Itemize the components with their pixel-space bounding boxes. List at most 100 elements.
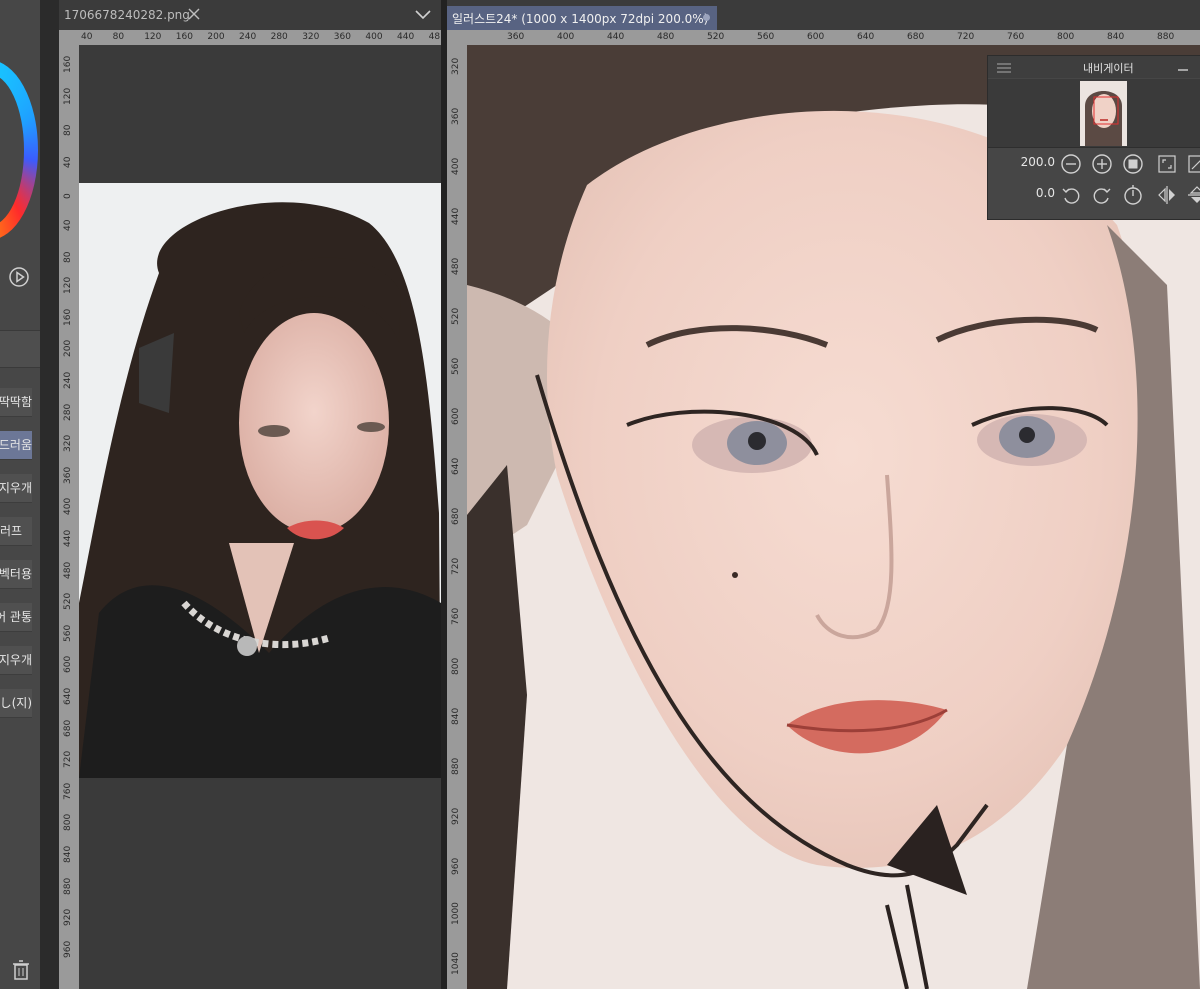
fit-to-screen-icon[interactable] [1156, 153, 1178, 175]
ruler-tick-label: 280 [270, 32, 288, 42]
ruler-tick-label: 520 [63, 593, 73, 611]
ruler-tick-label: 440 [397, 32, 415, 42]
brush-item[interactable]: 부드러움 [0, 431, 32, 460]
ruler-tick-label: 880 [1157, 32, 1175, 42]
ruler-tick-label: 240 [239, 32, 257, 42]
ruler-tick-label: 200 [63, 340, 73, 358]
ruler-corner [447, 30, 467, 45]
chevron-down-icon[interactable] [414, 9, 432, 21]
ruler-tick-label: 400 [63, 498, 73, 516]
ruler-tick-label: 760 [1007, 32, 1025, 42]
vertical-ruler: 320 360 400 440 480 520 560 600 640 680 720 760 800 8… [447, 45, 467, 989]
ruler-tick-label: 40 [63, 219, 73, 231]
flip-horizontal-icon[interactable] [1156, 184, 1178, 206]
brush-item[interactable]: 벡터용 [0, 560, 32, 589]
ruler-tick-label: 640 [63, 687, 73, 705]
ruler-tick-label: 160 [63, 55, 73, 73]
flip-vertical-icon[interactable] [1186, 184, 1200, 206]
ruler-tick-label: 360 [451, 107, 461, 125]
reference-tab-label[interactable]: 1706678240282.png [64, 8, 190, 22]
ruler-tick-label: 160 [63, 308, 73, 326]
ruler-tick-label: 560 [63, 624, 73, 642]
ruler-tick-label: 960 [63, 940, 73, 958]
brush-item[interactable]: 지우개 [0, 474, 32, 503]
ruler-tick-label: 400 [557, 32, 575, 42]
ruler-tick-label: 240 [63, 371, 73, 389]
ruler-tick-label: 600 [63, 656, 73, 674]
brush-item[interactable]: 딱딱함 [0, 388, 32, 417]
ruler-tick-label: 320 [302, 32, 320, 42]
fit-window-icon[interactable] [1186, 153, 1200, 175]
brush-item[interactable]: 레이어 관통 [0, 603, 32, 632]
navigator-title: 내비게이터 [1083, 62, 1134, 75]
ruler-tick-label: 760 [63, 782, 73, 800]
horizontal-ruler: 360 400 440 480 520 560 600 640 680 720 760 800 840 8… [467, 30, 1200, 45]
ruler-tick-label: 720 [63, 751, 73, 769]
ruler-tick-label: 440 [451, 207, 461, 225]
menu-icon[interactable] [997, 63, 1011, 73]
ruler-tick-label: 440 [63, 529, 73, 547]
brush-item[interactable]: 지우개 [0, 646, 32, 675]
ruler-tick-label: 40 [63, 156, 73, 168]
ruler-tick-label: 1000 [451, 902, 461, 925]
ruler-tick-label: 680 [907, 32, 925, 42]
ruler-tick-label: 120 [63, 87, 73, 105]
ruler-tick-label: 120 [63, 277, 73, 295]
brush-category-header[interactable] [0, 330, 40, 368]
ruler-tick-label: 48 [428, 32, 441, 42]
horizontal-ruler: 40 80 120 160 200 240 280 320 360 400 440 48 [79, 30, 441, 45]
brush-item[interactable]: (지)消し [0, 689, 32, 718]
rotation-value[interactable]: 0.0 [995, 186, 1055, 200]
rotate-left-icon[interactable] [1060, 184, 1082, 206]
actual-size-icon[interactable] [1122, 153, 1144, 175]
play-icon[interactable] [8, 266, 30, 288]
navigator-thumbnail[interactable] [1080, 81, 1127, 146]
ruler-tick-label: 1040 [451, 952, 461, 975]
ruler-tick-label: 360 [63, 466, 73, 484]
ruler-tick-label: 960 [451, 857, 461, 875]
ruler-tick-label: 80 [112, 32, 125, 42]
ruler-tick-label: 920 [63, 909, 73, 927]
unsaved-dot-icon[interactable] [703, 14, 710, 21]
ruler-tick-label: 600 [807, 32, 825, 42]
ruler-tick-label: 120 [144, 32, 162, 42]
reset-rotation-icon[interactable] [1122, 184, 1144, 206]
zoom-out-icon[interactable] [1060, 153, 1082, 175]
ruler-tick-label: 440 [607, 32, 625, 42]
ruler-tick-label: 320 [63, 435, 73, 453]
ruler-tick-label: 520 [707, 32, 725, 42]
ruler-tick-label: 40 [81, 32, 93, 42]
ruler-tick-label: 80 [63, 124, 73, 137]
ruler-tick-label: 720 [451, 557, 461, 575]
ruler-tick-label: 560 [451, 357, 461, 375]
canvas-tab-label[interactable]: 일러스트24* (1000 x 1400px 72dpi 200.0%) [452, 10, 708, 27]
zoom-in-icon[interactable] [1091, 153, 1113, 175]
ruler-tick-label: 800 [451, 657, 461, 675]
ruler-tick-label: 640 [451, 457, 461, 475]
ruler-tick-label: 720 [957, 32, 975, 42]
ruler-corner [59, 30, 79, 45]
navigator-separator [988, 147, 1200, 148]
ruler-tick-label: 480 [63, 561, 73, 579]
ruler-tick-label: 160 [175, 32, 193, 42]
zoom-value[interactable]: 200.0 [995, 155, 1055, 169]
ruler-tick-label: 600 [451, 407, 461, 425]
ruler-tick-label: 880 [63, 877, 73, 895]
rotate-right-icon[interactable] [1091, 184, 1113, 206]
close-icon[interactable] [187, 7, 201, 21]
trash-icon[interactable] [10, 958, 32, 982]
ruler-tick-label: 360 [507, 32, 525, 42]
ruler-tick-label: 360 [333, 32, 351, 42]
brush-item[interactable]: 러프 [0, 517, 32, 546]
ruler-tick-label: 800 [1057, 32, 1075, 42]
ruler-tick-label: 480 [451, 257, 461, 275]
brush-list: 딱딱함부드러움지우개러프벡터용레이어 관통지우개(지)消し [0, 388, 40, 748]
ruler-tick-label: 280 [63, 403, 73, 421]
ruler-tick-label: 840 [451, 707, 461, 725]
reference-photo [79, 183, 441, 778]
ruler-tick-label: 80 [63, 251, 73, 263]
ruler-tick-label: 400 [451, 157, 461, 175]
minimize-icon[interactable] [1178, 61, 1188, 71]
ruler-tick-label: 760 [451, 607, 461, 625]
ruler-tick-label: 800 [63, 814, 73, 832]
